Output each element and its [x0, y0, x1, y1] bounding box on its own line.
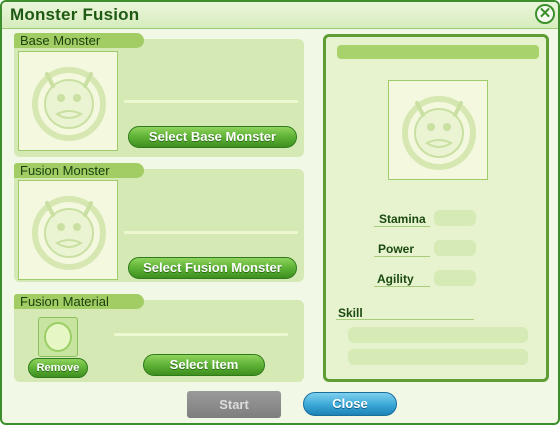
stat-underline [374, 226, 430, 227]
select-fusion-monster-button[interactable]: Select Fusion Monster [128, 257, 297, 279]
base-monster-label: Base Monster [14, 33, 144, 48]
base-monster-name-line [124, 100, 298, 103]
stat-value-agility [434, 270, 476, 286]
stat-value-stamina [434, 210, 476, 226]
select-base-monster-button[interactable]: Select Base Monster [128, 126, 297, 148]
window-title: Monster Fusion [10, 5, 140, 24]
start-button[interactable]: Start [187, 391, 281, 418]
stat-label-stamina: Stamina [379, 212, 426, 226]
stat-label-agility: Agility [377, 272, 414, 286]
select-item-button[interactable]: Select Item [143, 354, 265, 376]
detail-monster-image [388, 80, 488, 180]
fusion-monster-label: Fusion Monster [14, 163, 144, 178]
fusion-material-name-line [114, 333, 288, 336]
monster-placeholder-icon [32, 196, 106, 270]
monster-placeholder-icon [32, 67, 106, 141]
stat-underline [374, 256, 430, 257]
fusion-material-label: Fusion Material [14, 294, 144, 309]
skill-underline [336, 319, 474, 320]
title-bar: Monster Fusion ✕ [2, 2, 558, 29]
fusion-material-slot[interactable] [38, 317, 78, 357]
skill-slot-1 [348, 327, 528, 343]
stat-underline [374, 286, 430, 287]
skill-slot-2 [348, 349, 528, 365]
monster-fusion-window: Monster Fusion ✕ Base Monster Select Bas… [0, 0, 560, 425]
fusion-monster-slot[interactable] [18, 180, 118, 280]
stat-value-power [434, 240, 476, 256]
base-monster-slot[interactable] [18, 51, 118, 151]
skill-label: Skill [338, 306, 363, 320]
stat-label-power: Power [378, 242, 415, 256]
close-button[interactable]: Close [303, 392, 397, 416]
fusion-monster-name-line [124, 231, 298, 234]
remove-button[interactable]: Remove [28, 358, 88, 378]
monster-placeholder-icon [402, 96, 476, 170]
detail-name-bar [337, 45, 539, 59]
egg-icon [44, 322, 72, 352]
close-icon[interactable]: ✕ [535, 4, 555, 24]
